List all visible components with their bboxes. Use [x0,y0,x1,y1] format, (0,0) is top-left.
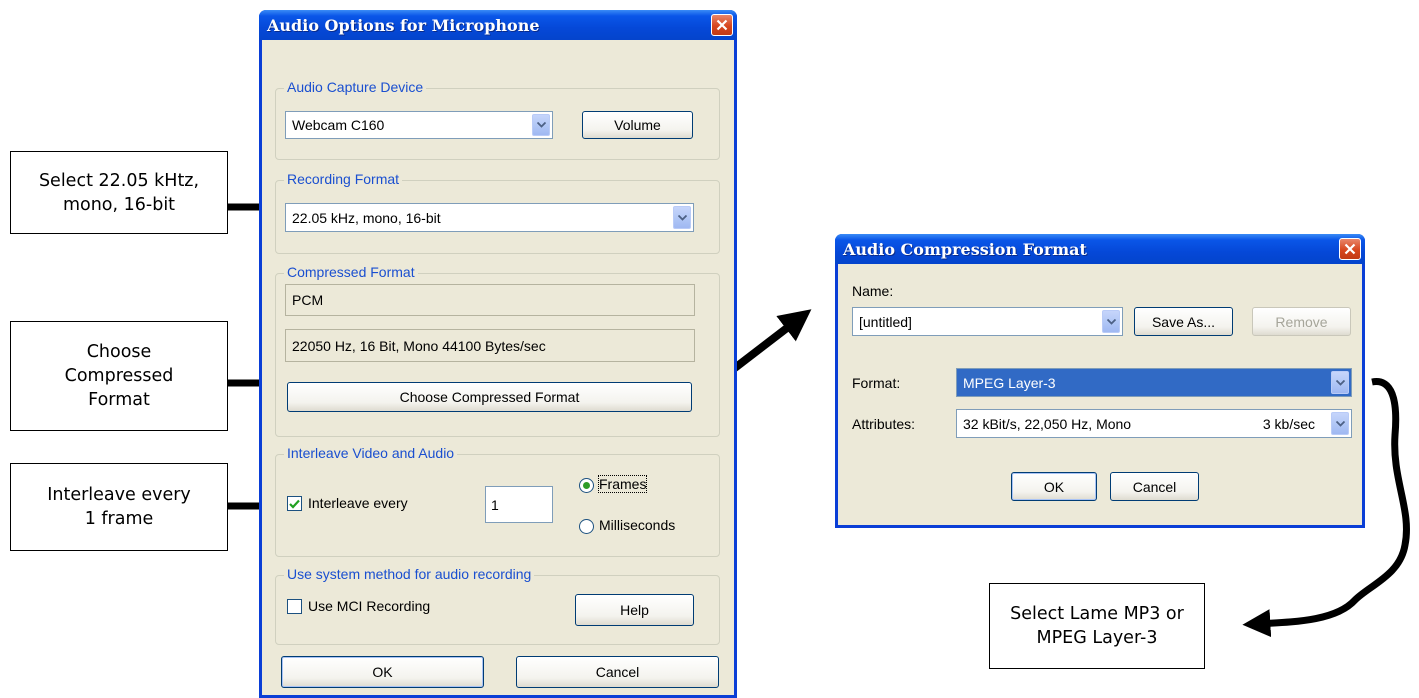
remove-button: Remove [1252,307,1351,336]
format-label: Format: [852,375,901,391]
format-select[interactable]: MPEG Layer-3 [956,368,1352,397]
compressed-format-details: 22050 Hz, 16 Bit, Mono 44100 Bytes/sec [285,329,695,362]
radio-dot [583,482,590,489]
recording-format-select[interactable]: 22.05 kHz, mono, 16-bit [285,203,694,232]
group-legend: Recording Format [284,171,403,187]
close-icon [716,19,728,31]
attributes-select[interactable]: 32 kBit/s, 22,050 Hz, Mono 3 kb/sec [956,409,1352,438]
checkmark-icon [289,499,300,509]
frames-label[interactable]: Frames [597,475,648,493]
capture-device-value: Webcam C160 [292,117,385,133]
group-legend: Interleave Video and Audio [284,445,458,461]
name-label: Name: [852,283,894,299]
interleave-label[interactable]: Interleave every [308,495,408,511]
mci-recording-label[interactable]: Use MCI Recording [308,598,430,614]
recording-format-value: 22.05 kHz, mono, 16-bit [292,209,441,226]
title-bar[interactable]: Audio Options for Microphone [259,10,737,40]
attributes-value: 32 kBit/s, 22,050 Hz, Mono [963,415,1132,432]
choose-compressed-format-button[interactable]: Choose Compressed Format [287,382,692,412]
audio-options-dialog: Audio Options for Microphone Audio Captu… [259,10,737,698]
dialog-title: Audio Options for Microphone [267,15,540,35]
help-button[interactable]: Help [575,594,694,626]
volume-button[interactable]: Volume [582,111,693,139]
format-value: MPEG Layer-3 [963,374,1056,391]
capture-device-select[interactable]: Webcam C160 [285,111,553,139]
chevron-down-icon[interactable] [1331,371,1349,394]
frames-radio[interactable] [579,478,594,493]
cancel-button[interactable]: Cancel [1110,472,1199,501]
dialog-client: Name: [untitled] Save As... Remove Forma… [838,264,1362,525]
close-icon [1344,243,1356,255]
dialog-title: Audio Compression Format [843,239,1087,259]
group-legend: Use system method for audio recording [284,566,535,582]
audio-compression-dialog: Audio Compression Format Name: [untitled… [835,234,1365,528]
name-value: [untitled] [859,313,912,330]
milliseconds-label[interactable]: Milliseconds [599,517,675,533]
mci-recording-checkbox[interactable] [287,599,302,614]
attributes-label: Attributes: [852,416,916,432]
chevron-down-icon[interactable] [1331,412,1349,435]
interleave-value-input[interactable]: 1 [485,486,553,523]
interleave-checkbox[interactable] [287,496,302,511]
compressed-format-name: PCM [285,284,695,316]
close-button[interactable] [711,14,733,36]
ok-button[interactable]: OK [281,656,484,688]
cancel-button[interactable]: Cancel [516,656,719,688]
name-select[interactable]: [untitled] [852,307,1123,336]
attributes-rate: 3 kb/sec [1262,415,1315,432]
chevron-down-icon[interactable] [673,206,691,229]
chevron-down-icon[interactable] [1102,310,1120,333]
save-as-button[interactable]: Save As... [1134,307,1233,336]
group-legend: Compressed Format [284,264,418,280]
milliseconds-radio[interactable] [579,519,594,534]
group-legend: Audio Capture Device [284,79,427,95]
chevron-down-icon[interactable] [532,114,550,136]
close-button[interactable] [1339,238,1361,260]
title-bar[interactable]: Audio Compression Format [835,234,1365,264]
ok-button[interactable]: OK [1011,472,1097,501]
dialog-client: Audio Capture Device Webcam C160 Volume … [262,40,734,695]
